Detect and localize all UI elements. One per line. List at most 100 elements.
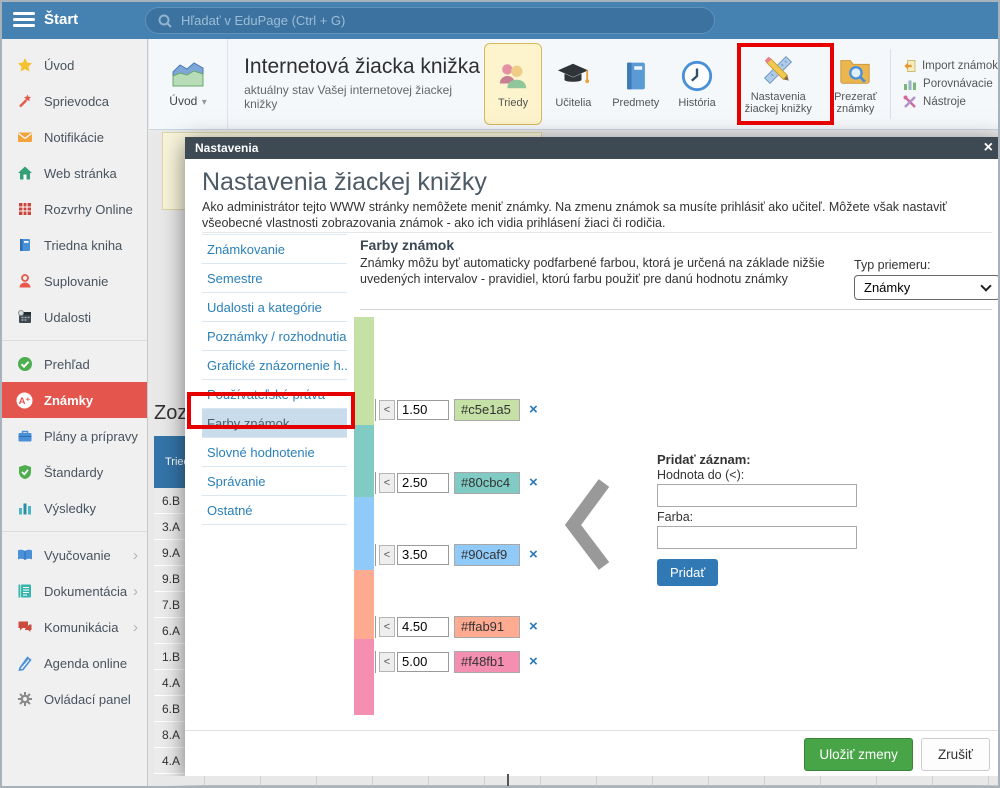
nav-item-znamkovanie[interactable]: Známkovanie <box>202 235 347 264</box>
sidebar-item-vyucovanie[interactable]: Vyučovanie › <box>2 537 147 573</box>
sidebar-item-agenda[interactable]: Agenda online <box>2 645 147 681</box>
tools-icon <box>903 95 917 109</box>
sidebar-item-vysledky[interactable]: Výsledky <box>2 490 147 526</box>
less-than-label: < <box>379 473 395 493</box>
sidebar-item-znamky[interactable]: A⁺ Známky <box>2 382 147 418</box>
toolbar-button-ucitelia[interactable]: Učitelia <box>543 39 604 129</box>
section-heading: Farby známok <box>360 237 454 253</box>
add-button[interactable]: Pridať <box>657 559 718 586</box>
sidebar-item-rozvrhy[interactable]: Rozvrhy Online <box>2 191 147 227</box>
person-icon <box>16 273 33 290</box>
cancel-button[interactable]: Zrušiť <box>921 738 990 771</box>
delete-rule-icon[interactable]: × <box>529 651 538 673</box>
color-rule-row: < 1.50 #c5e1a5 × <box>375 399 538 421</box>
nav-item-spravanie[interactable]: Správanie <box>202 467 347 496</box>
nav-item-pouzivatelske-prava[interactable]: Používateľské práva <box>202 380 347 409</box>
nav-item-ostatne[interactable]: Ostatné <box>202 496 347 525</box>
open-book-icon <box>16 547 33 564</box>
color-swatch[interactable]: #c5e1a5 <box>454 399 520 421</box>
toolbar-button-prezerat-znamky[interactable]: Prezerať známky <box>824 39 887 129</box>
toolbar-button-triedy[interactable]: Triedy <box>484 43 541 125</box>
hamburger-menu-icon[interactable] <box>13 12 35 30</box>
sidebar-item-plany[interactable]: Plány a prípravy <box>2 418 147 454</box>
delete-rule-icon[interactable]: × <box>529 399 538 421</box>
pen-icon <box>16 655 33 672</box>
sidebar-divider <box>2 340 147 341</box>
search-input[interactable]: Hľadať v EduPage (Ctrl + G) <box>145 7 715 34</box>
nav-item-graficke-znazornenie[interactable]: Grafické znázornenie h... <box>202 351 347 380</box>
delete-rule-icon[interactable]: × <box>529 472 538 494</box>
divider <box>360 309 992 310</box>
sidebar-item-prehlad[interactable]: Prehľad <box>2 346 147 382</box>
sidebar-item-web-stranka[interactable]: Web stránka <box>2 155 147 191</box>
modal-title: Nastavenia <box>195 141 258 155</box>
history-clock-icon <box>680 59 714 93</box>
delete-rule-icon[interactable]: × <box>529 544 538 566</box>
scrollbar-tick <box>507 774 509 787</box>
nav-item-semestre[interactable]: Semestre <box>202 264 347 293</box>
horizontal-scrollbar[interactable] <box>149 776 998 785</box>
page-title: Internetová žiacka knižka <box>244 55 483 79</box>
book-icon <box>16 237 33 254</box>
area-chart-icon <box>170 59 206 89</box>
average-type-select[interactable]: Známky <box>854 275 1000 300</box>
less-than-label: < <box>379 617 395 637</box>
start-menu-label[interactable]: Štart <box>44 11 78 28</box>
threshold-input[interactable]: 5.00 <box>397 652 449 672</box>
grade-a-plus-icon: A⁺ <box>16 392 33 409</box>
threshold-input[interactable]: 2.50 <box>397 473 449 493</box>
sidebar-item-dokumentacia[interactable]: Dokumentácia › <box>2 573 147 609</box>
toolbar-button-predmety[interactable]: Predmety <box>604 39 667 129</box>
star-icon <box>16 57 33 74</box>
color-swatch[interactable]: #f48fb1 <box>454 651 520 673</box>
gear-icon <box>16 691 33 708</box>
sidebar-item-uvod[interactable]: Úvod <box>2 47 147 83</box>
delete-rule-icon[interactable]: × <box>529 616 538 638</box>
sidebar-item-notifikacie[interactable]: Notifikácie <box>2 119 147 155</box>
nav-item-slovne-hodnotenie[interactable]: Slovné hodnotenie <box>202 438 347 467</box>
bar-chart-icon <box>16 500 33 517</box>
import-icon <box>903 59 916 73</box>
color-input[interactable] <box>657 526 857 549</box>
top-bar: Štart Hľadať v EduPage (Ctrl + G) <box>2 2 998 39</box>
save-changes-button[interactable]: Uložiť zmeny <box>804 738 913 771</box>
magic-wand-icon <box>16 93 33 110</box>
threshold-input[interactable]: 4.50 <box>397 617 449 637</box>
color-swatch[interactable]: #80cbc4 <box>454 472 520 494</box>
chevron-right-icon: › <box>133 583 138 600</box>
toolbar-button-porovnavacie[interactable]: Porovnávacie <box>903 77 998 91</box>
add-record-form: Pridať záznam: Hodnota do (<): Farba: Pr… <box>657 452 867 586</box>
color-rule-row: < 3.50 #90caf9 × <box>375 544 538 566</box>
less-than-label: < <box>379 400 395 420</box>
chevron-down-icon <box>980 280 991 291</box>
close-icon[interactable]: × <box>984 137 993 159</box>
document-icon <box>16 583 33 600</box>
sidebar-item-komunikacia[interactable]: Komunikácia › <box>2 609 147 645</box>
subjects-book-icon <box>620 59 652 93</box>
toolbar-button-nastroje[interactable]: Nástroje <box>903 95 998 109</box>
toolbar-button-historia[interactable]: História <box>667 39 726 129</box>
threshold-input[interactable]: 3.50 <box>397 545 449 565</box>
toolbar-button-import-znamok[interactable]: Import známok <box>903 59 998 73</box>
nav-item-udalosti-a-kategorie[interactable]: Udalosti a kategórie <box>202 293 347 322</box>
nav-item-poznamky-rozhodnutia[interactable]: Poznámky / rozhodnutia <box>202 322 347 351</box>
toolbar-right-group: Import známok Porovnávacie Nástroje <box>894 39 998 129</box>
classes-people-icon <box>495 59 531 93</box>
threshold-input[interactable]: 1.50 <box>397 400 449 420</box>
header-nav-uvod[interactable]: Úvod ▾ <box>149 39 228 129</box>
nav-item-farby-znamok[interactable]: Farby známok <box>202 409 347 438</box>
color-swatch[interactable]: #ffab91 <box>454 616 520 638</box>
modal-heading: Nastavenia žiackej knižky <box>202 168 487 197</box>
sidebar-item-udalosti[interactable]: Udalosti <box>2 299 147 335</box>
sidebar-item-standardy[interactable]: Štandardy <box>2 454 147 490</box>
sidebar-item-triedna-kniha[interactable]: Triedna kniha <box>2 227 147 263</box>
value-label: Hodnota do (<): <box>657 468 867 482</box>
color-swatch[interactable]: #90caf9 <box>454 544 520 566</box>
modal-intro-text: Ako administrátor tejto WWW stránky nemô… <box>202 199 988 231</box>
sidebar-item-suplovanie[interactable]: Suplovanie <box>2 263 147 299</box>
value-input[interactable] <box>657 484 857 507</box>
color-scale-segment <box>354 639 374 715</box>
toolbar-button-nastavenia-ziackej-knizky[interactable]: Nastavenia žiackej knižky <box>733 39 824 129</box>
sidebar-item-sprievodca[interactable]: Sprievodca <box>2 83 147 119</box>
sidebar-item-ovladaci-panel[interactable]: Ovládací panel <box>2 681 147 717</box>
